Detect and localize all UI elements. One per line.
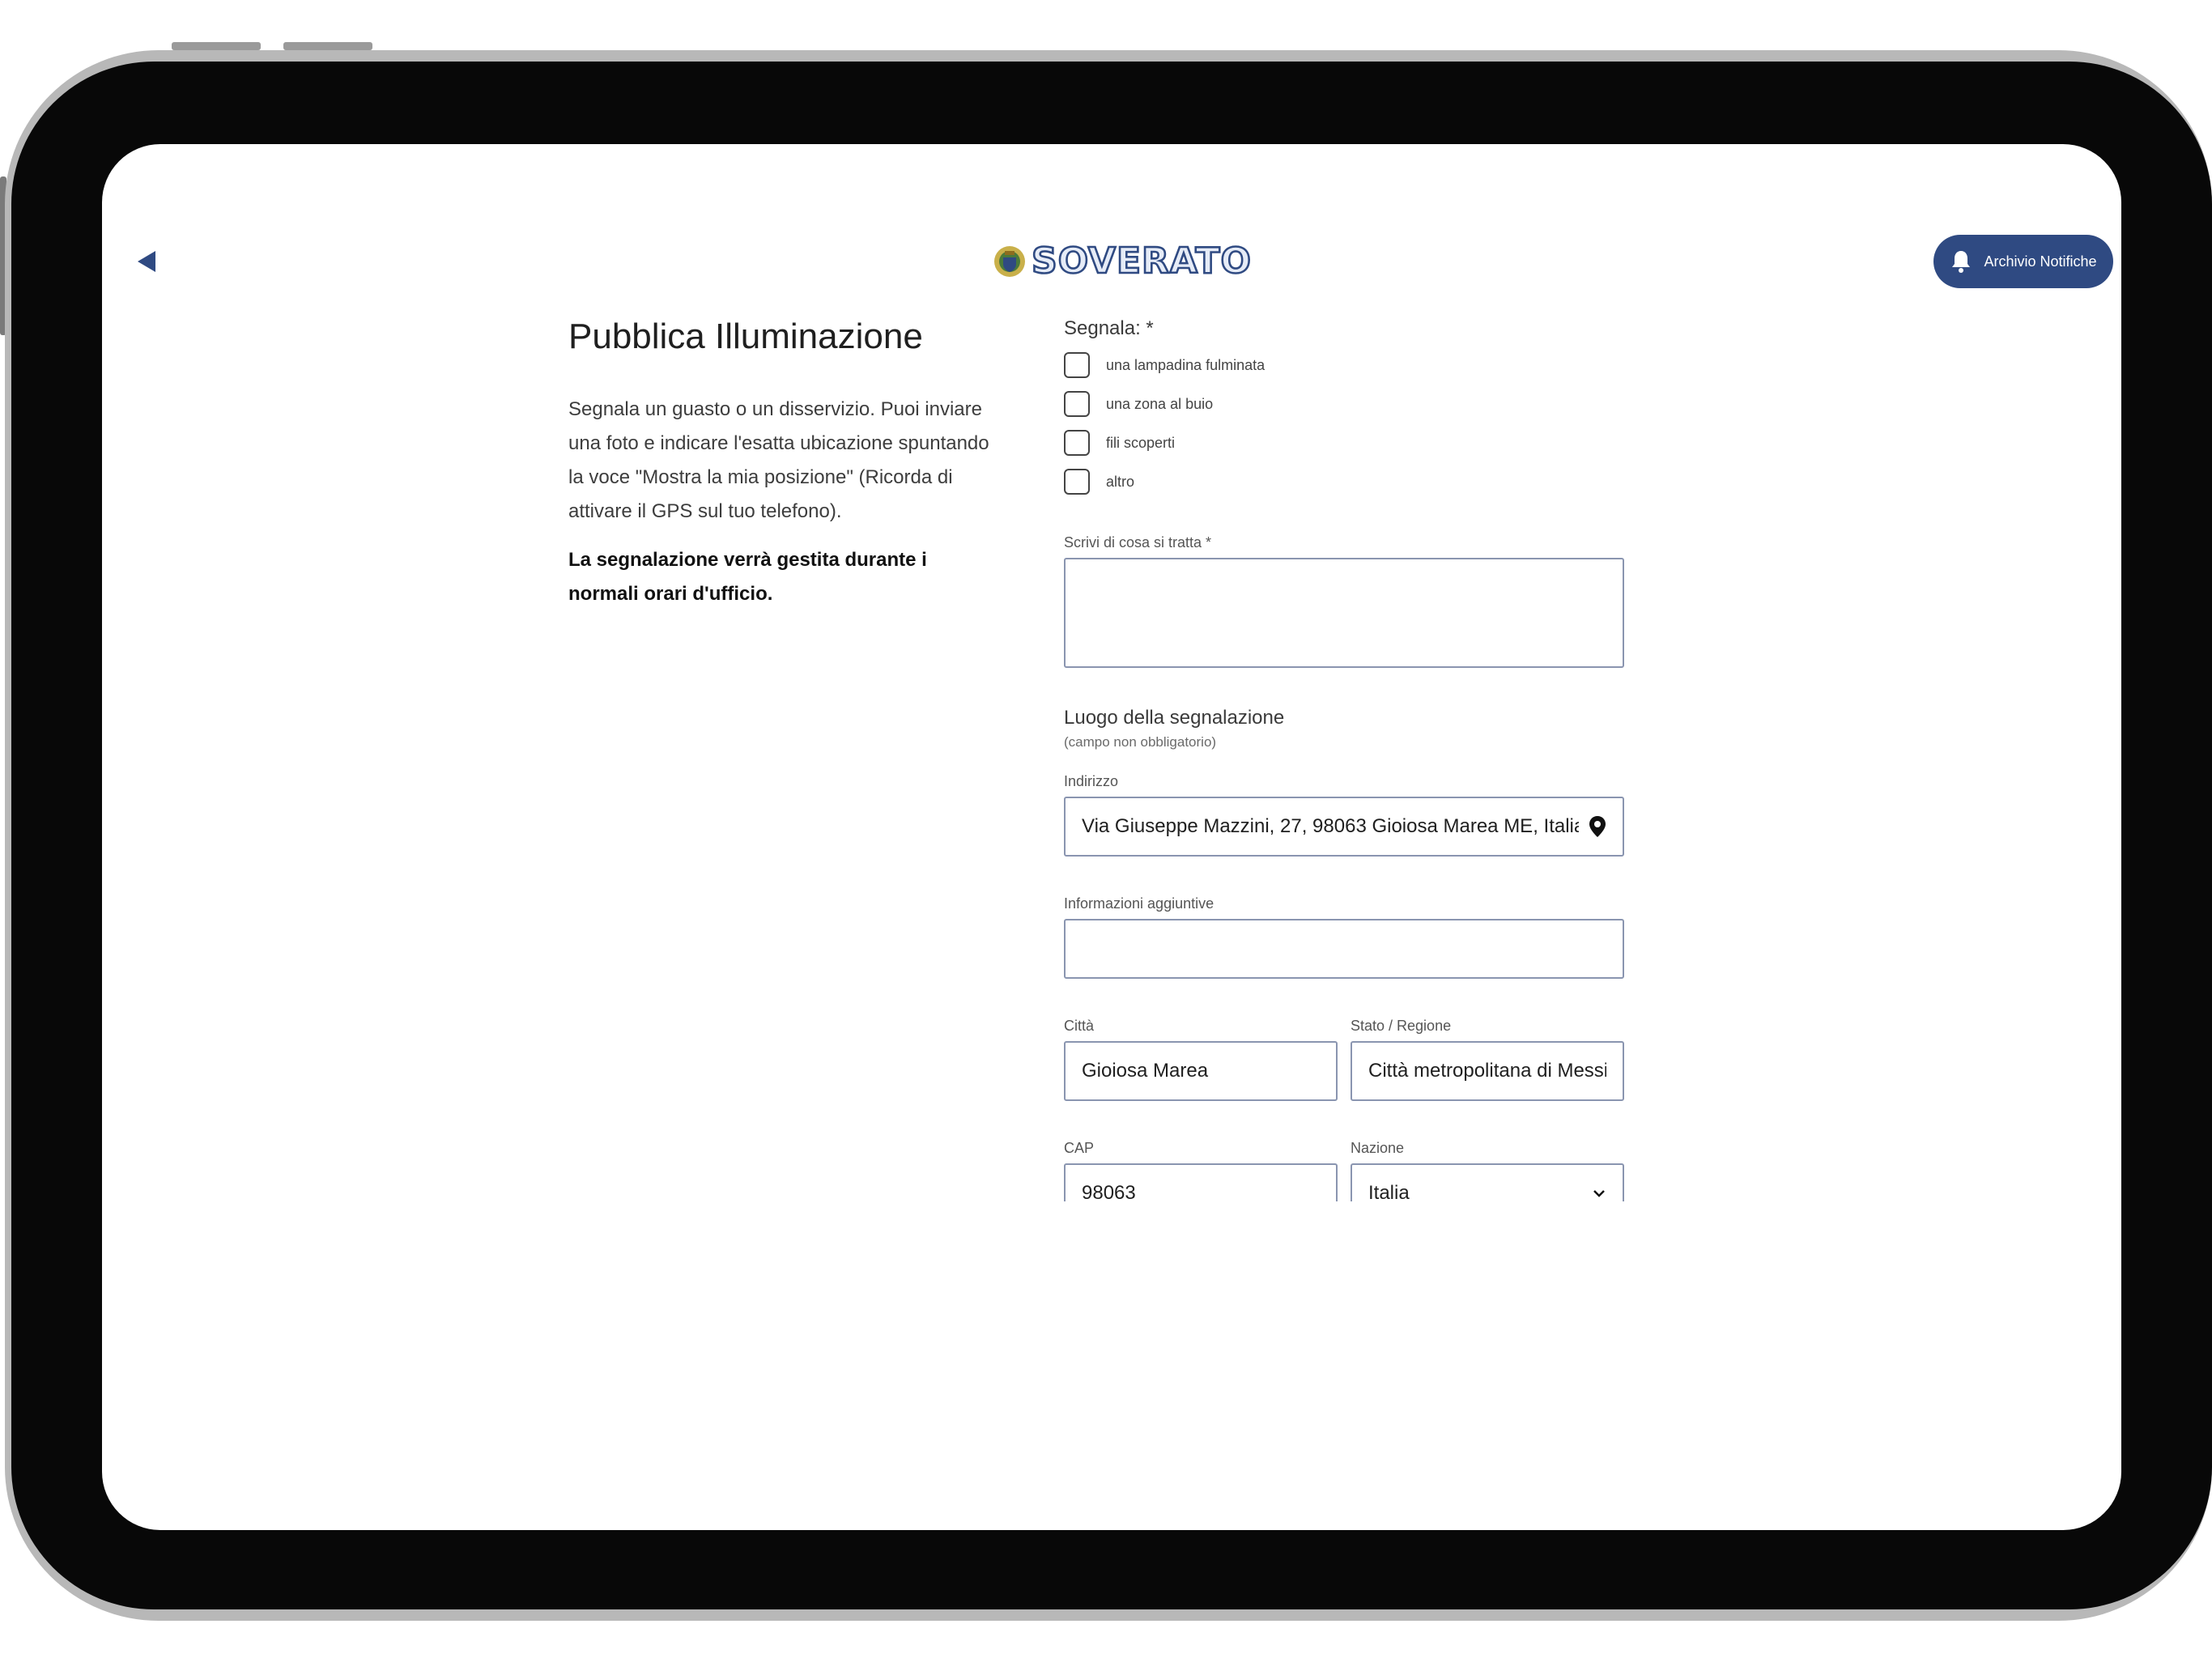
cap-country-row: CAP 98063 Nazione Italia — [1064, 1140, 1624, 1201]
region-field[interactable]: Città metropolitana di Messina — [1351, 1041, 1624, 1101]
logo: SOVERATO — [993, 236, 1252, 287]
region-label: Stato / Regione — [1351, 1018, 1452, 1034]
intro-description: Segnala un guasto o un disservizio. Puoi… — [568, 397, 989, 522]
intro-note: La segnalazione verrà gestita durante i … — [568, 548, 927, 605]
city-group: Città Gioiosa Marea — [1064, 1018, 1338, 1101]
extra-info-label: Informazioni aggiuntive — [1064, 895, 1214, 912]
bell-icon — [1952, 251, 1971, 273]
option-checkbox[interactable] — [1064, 430, 1090, 456]
page-viewport: SOVERATO Archivio Notifiche Pubblica Ill… — [102, 144, 2121, 1201]
country-select[interactable]: Italia — [1351, 1163, 1624, 1201]
cap-label: CAP — [1064, 1140, 1095, 1156]
location-pin-icon[interactable] — [1589, 815, 1606, 838]
cap-field[interactable]: 98063 — [1064, 1163, 1338, 1201]
crest-icon — [994, 246, 1025, 277]
device-power-button — [283, 42, 372, 50]
cap-value: 98063 — [1082, 1182, 1136, 1201]
region-group: Stato / Regione Città metropolitana di M… — [1351, 1018, 1624, 1101]
region-value: Città metropolitana di Messina — [1368, 1060, 1606, 1082]
city-region-row: Città Gioiosa Marea Stato / Regione Citt… — [1064, 1018, 1624, 1101]
address-value: Via Giuseppe Mazzini, 27, 98063 Gioiosa … — [1082, 815, 1579, 837]
intro-column: Pubblica Illuminazione Segnala un guasto… — [568, 316, 989, 611]
location-section-title: Luogo della segnalazione — [1064, 707, 1285, 729]
notifications-archive-button[interactable]: Archivio Notifiche — [1933, 235, 2113, 288]
device-screen: SOVERATO Archivio Notifiche Pubblica Ill… — [102, 144, 2121, 1530]
chevron-down-icon — [1593, 1190, 1605, 1197]
option-row: altro — [1064, 468, 1624, 495]
address-label: Indirizzo — [1064, 773, 1119, 789]
segnala-label: Segnala: * — [1064, 317, 1154, 339]
option-row: fili scoperti — [1064, 429, 1624, 457]
location-section-subtitle: (campo non obbligatorio) — [1064, 734, 1217, 750]
notif-button-label: Archivio Notifiche — [1984, 253, 2097, 270]
country-label: Nazione — [1351, 1140, 1405, 1156]
extra-info-field[interactable] — [1064, 919, 1624, 979]
option-checkbox[interactable] — [1064, 352, 1090, 378]
device-volume-button — [172, 42, 261, 50]
option-label: una zona al buio — [1106, 395, 1214, 412]
address-field[interactable]: Via Giuseppe Mazzini, 27, 98063 Gioiosa … — [1064, 797, 1624, 857]
option-row: una lampadina fulminata — [1064, 351, 1624, 379]
city-value: Gioiosa Marea — [1082, 1060, 1209, 1082]
country-value: Italia — [1368, 1182, 1410, 1201]
city-label: Città — [1064, 1018, 1095, 1034]
city-field[interactable]: Gioiosa Marea — [1064, 1041, 1338, 1101]
logo-text: SOVERATO — [1031, 240, 1253, 282]
description-textarea[interactable] — [1064, 558, 1624, 668]
back-arrow-icon — [138, 251, 155, 272]
option-checkbox[interactable] — [1064, 469, 1090, 495]
country-group: Nazione Italia — [1351, 1140, 1624, 1201]
report-form: Segnala: * una lampadina fulminata una z… — [1064, 317, 1624, 1201]
back-button[interactable] — [133, 248, 160, 275]
option-row: una zona al buio — [1064, 390, 1624, 418]
option-label: fili scoperti — [1106, 434, 1176, 451]
description-label: Scrivi di cosa si tratta * — [1064, 534, 1212, 551]
option-label: altro — [1106, 473, 1135, 490]
option-checkbox[interactable] — [1064, 391, 1090, 417]
page-title: Pubblica Illuminazione — [568, 317, 923, 356]
option-label: una lampadina fulminata — [1106, 356, 1266, 373]
cap-group: CAP 98063 — [1064, 1140, 1338, 1201]
